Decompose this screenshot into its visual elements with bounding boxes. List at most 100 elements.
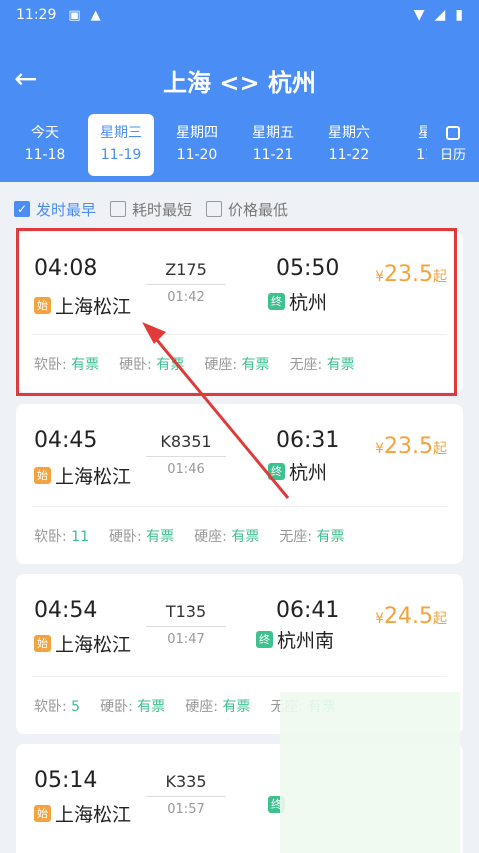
duration: 01:47 (167, 632, 205, 647)
checkbox-icon[interactable] (110, 201, 127, 217)
seat-availability: 软卧: 11 硬卧: 有票 硬座: 有票 无座: 有票 (34, 526, 345, 546)
date-tab-3[interactable]: 星期五 11-21 (240, 114, 306, 176)
seat-value: 有票 (231, 529, 260, 545)
date-strip[interactable]: 今天 11-18 星期三 11-19 星期四 11-20 星期五 11-21 星… (0, 112, 479, 178)
date-week: 星期六 (328, 125, 370, 141)
checkbox-checked-icon[interactable]: ✓ (14, 201, 30, 217)
route-line (146, 796, 226, 797)
watermark-overlay (280, 692, 460, 853)
departure-time: 04:54 (34, 598, 98, 623)
back-arrow-icon[interactable]: ← (14, 64, 46, 96)
seat-item: 无座: 有票 (279, 526, 344, 546)
seat-value: 有票 (222, 699, 251, 715)
seat-item: 软卧: 5 (34, 696, 80, 716)
departure-time: 04:45 (34, 428, 98, 453)
currency: ¥ (375, 611, 385, 627)
divider (32, 676, 447, 677)
currency: ¥ (375, 441, 385, 457)
duration: 01:46 (167, 462, 205, 477)
price-suffix: 起 (433, 441, 447, 457)
train-number: T135 (165, 602, 207, 621)
price-value: 23.5 (384, 434, 433, 459)
wifi-icon: ▼ (413, 7, 425, 23)
divider (32, 506, 447, 507)
alert-triangle-icon: ▲ (90, 7, 101, 23)
seat-type: 硬卧: (109, 529, 147, 545)
calendar-icon (446, 126, 460, 140)
to-station: 终 杭州南 (256, 626, 334, 653)
seat-item: 硬卧: 有票 (100, 696, 165, 716)
end-badge: 终 (256, 631, 273, 648)
start-badge: 始 (34, 805, 51, 822)
seat-value: 有票 (146, 529, 175, 545)
seat-type: 硬座: (194, 529, 232, 545)
route-line (146, 626, 226, 627)
to-station: 终 杭州 (268, 458, 327, 485)
date-tab-4[interactable]: 星期六 11-22 (316, 114, 382, 176)
signal-icon: ◢ (434, 7, 446, 23)
annotation-highlight-box (16, 228, 457, 396)
filter-shortest[interactable]: 耗时最短 (110, 199, 192, 220)
seat-value: 有票 (137, 699, 166, 715)
date-day: 11-22 (328, 147, 370, 163)
date-week: 星期五 (252, 125, 294, 141)
date-tab-1[interactable]: 星期三 11-19 (88, 114, 154, 176)
duration: 01:57 (167, 802, 205, 817)
filter-earliest[interactable]: ✓ 发时最早 (14, 199, 96, 220)
calendar-button[interactable]: 日历 (427, 112, 479, 178)
date-tab-0[interactable]: 今天 11-18 (12, 114, 78, 176)
seat-item: 软卧: 11 (34, 526, 89, 546)
from-station: 始 上海松江 (34, 462, 131, 489)
battery-icon: ▮ (455, 7, 463, 23)
date-week: 今天 (31, 125, 59, 141)
start-badge: 始 (34, 635, 51, 652)
from-station-name: 上海松江 (55, 466, 132, 488)
checkbox-icon[interactable] (206, 201, 223, 217)
route-line (146, 456, 226, 457)
nav-bar: ← 上海 <> 杭州 (0, 56, 479, 104)
date-day: 11-19 (100, 147, 142, 163)
train-number: K335 (165, 772, 207, 791)
price-suffix: 起 (433, 611, 447, 627)
filter-cheapest[interactable]: 价格最低 (206, 199, 288, 220)
from-station-name: 上海松江 (55, 804, 132, 826)
date-day: 11-21 (252, 147, 294, 163)
date-day: 11-18 (24, 147, 66, 163)
seat-type: 硬座: (185, 699, 223, 715)
header: 11:29 ▣ ▲ ▼ ◢ ▮ ← 上海 <> 杭州 今天 11-18 星期三 … (0, 0, 479, 182)
price: ¥23.5起 (375, 434, 447, 459)
date-week: 星期三 (100, 125, 142, 141)
arrival-time: 06:41 (276, 598, 340, 623)
status-time: 11:29 (16, 7, 57, 23)
train-number: K8351 (160, 432, 212, 451)
from-station-name: 上海松江 (55, 634, 132, 656)
sort-filters: ✓ 发时最早 耗时最短 价格最低 (0, 194, 479, 224)
seat-value: 5 (71, 699, 81, 715)
departure-time: 05:14 (34, 768, 98, 793)
train-card[interactable]: 04:45 K8351 01:46 06:31 始 上海松江 终 杭州 ¥23.… (16, 404, 463, 564)
seat-type: 软卧: (34, 529, 72, 545)
from-station: 始 上海松江 (34, 630, 131, 657)
filter-label: 发时最早 (36, 200, 97, 219)
filter-label: 价格最低 (228, 200, 289, 219)
seat-value: 11 (71, 529, 89, 545)
to-station-name: 杭州南 (277, 630, 335, 652)
seat-item: 硬座: 有票 (194, 526, 259, 546)
seat-item: 硬座: 有票 (185, 696, 250, 716)
end-badge: 终 (268, 463, 285, 480)
seat-type: 硬卧: (100, 699, 138, 715)
to-station-name: 杭州 (289, 462, 328, 484)
seat-type: 无座: (279, 529, 317, 545)
seat-value: 有票 (316, 529, 345, 545)
seat-type: 软卧: (34, 699, 72, 715)
price: ¥24.5起 (375, 604, 447, 629)
price-value: 24.5 (384, 604, 433, 629)
arrival-time: 06:31 (276, 428, 340, 453)
start-badge: 始 (34, 467, 51, 484)
page-title: 上海 <> 杭州 (163, 68, 316, 97)
date-tab-2[interactable]: 星期四 11-20 (164, 114, 230, 176)
filter-label: 耗时最短 (132, 200, 193, 219)
seat-item: 硬卧: 有票 (109, 526, 174, 546)
from-station: 始 上海松江 (34, 800, 131, 827)
date-day: 11-20 (176, 147, 218, 163)
